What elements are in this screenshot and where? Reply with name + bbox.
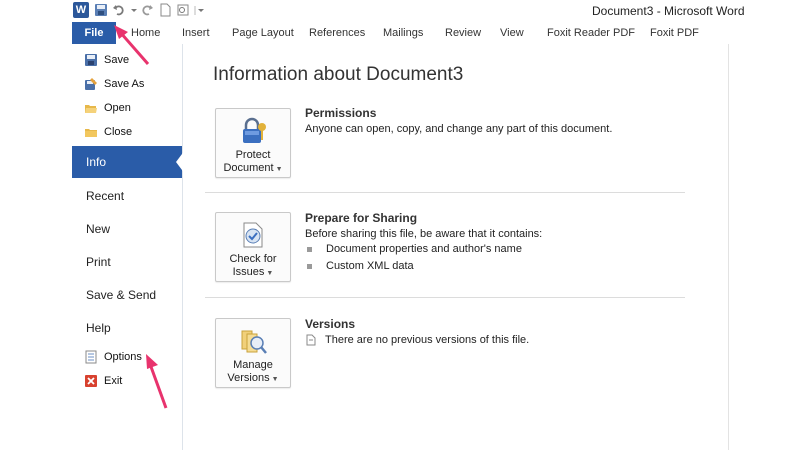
open-folder-icon xyxy=(85,105,97,113)
redo-icon[interactable] xyxy=(140,3,154,17)
bullet-icon xyxy=(307,263,312,269)
manage-versions-icon xyxy=(241,330,267,354)
dropdown-arrow-icon: ▼ xyxy=(266,270,274,277)
dropdown-arrow-icon: ▼ xyxy=(271,376,279,383)
save-icon[interactable] xyxy=(94,3,108,17)
panel-divider xyxy=(728,44,729,450)
prepare-sharing-text: Before sharing this file, be aware that … xyxy=(305,228,543,240)
ribbon-tab-bar: File Home Insert Page Layout References … xyxy=(72,22,728,45)
list-item-text: Document properties and author's name xyxy=(326,243,522,255)
section-divider xyxy=(205,297,685,298)
nav-help[interactable]: Help xyxy=(86,321,111,335)
list-item: Document properties and author's name xyxy=(307,243,522,255)
check-for-issues-button[interactable]: Check for Issues ▼ xyxy=(215,212,291,282)
undo-dropdown-icon[interactable] xyxy=(130,3,138,17)
save-as-icon xyxy=(85,78,97,90)
nav-recent[interactable]: Recent xyxy=(86,189,124,203)
manage-versions-label-2: Versions ▼ xyxy=(216,372,290,386)
tab-foxit-reader-pdf[interactable]: Foxit Reader PDF xyxy=(547,27,635,39)
nav-exit[interactable]: Exit xyxy=(84,372,122,390)
print-preview-icon[interactable] xyxy=(176,3,190,17)
nav-new[interactable]: New xyxy=(86,222,110,236)
versions-title: Versions xyxy=(305,317,356,331)
document-version-icon xyxy=(306,334,316,346)
page-title: Information about Document3 xyxy=(213,64,464,85)
nav-save-as-label: Save As xyxy=(104,78,145,90)
protect-document-label-2-text: Document xyxy=(223,162,274,174)
undo-icon[interactable] xyxy=(112,3,126,17)
nav-info[interactable]: Info xyxy=(72,146,182,178)
tab-page-layout[interactable]: Page Layout xyxy=(232,27,294,39)
check-for-issues-label-1: Check for xyxy=(229,253,277,265)
nav-close[interactable]: Close xyxy=(84,123,132,141)
nav-open-label: Open xyxy=(104,102,131,114)
save-icon xyxy=(85,54,97,66)
window-title: Document3 - Microsoft Word xyxy=(592,4,745,18)
options-icon xyxy=(85,350,97,364)
lock-keys-icon xyxy=(243,117,266,143)
protect-document-label-1: Protect xyxy=(235,149,271,161)
prepare-sharing-title: Prepare for Sharing xyxy=(305,211,418,225)
tab-review[interactable]: Review xyxy=(445,27,481,39)
nav-options[interactable]: Options xyxy=(84,348,142,366)
manage-versions-label-2-text: Versions xyxy=(227,372,270,384)
protect-document-label-2: Document ▼ xyxy=(216,162,290,176)
manage-versions-label-1: Manage xyxy=(233,359,273,371)
protect-document-button[interactable]: Protect Document ▼ xyxy=(215,108,291,178)
list-item-text: Custom XML data xyxy=(326,260,414,272)
check-for-issues-label-2: Issues ▼ xyxy=(216,266,290,280)
bullet-icon xyxy=(307,246,312,252)
manage-versions-button[interactable]: Manage Versions ▼ xyxy=(215,318,291,388)
nav-print[interactable]: Print xyxy=(86,255,111,269)
nav-close-label: Close xyxy=(104,126,133,138)
dropdown-arrow-icon: ▼ xyxy=(275,166,283,173)
tab-foxit-pdf[interactable]: Foxit PDF xyxy=(650,27,699,39)
permissions-text: Anyone can open, copy, and change any pa… xyxy=(305,123,613,135)
info-panel: Information about Document3 Protect Docu… xyxy=(183,44,728,450)
versions-status: There are no previous versions of this f… xyxy=(305,334,529,346)
nav-info-label: Info xyxy=(86,155,107,169)
nav-exit-label: Exit xyxy=(104,375,123,387)
annotation-arrow-icon xyxy=(146,354,168,409)
word-logo-icon[interactable]: W xyxy=(73,2,89,18)
annotation-arrow-icon xyxy=(114,25,150,65)
nav-save-as[interactable]: Save As xyxy=(84,75,144,93)
new-document-icon[interactable] xyxy=(158,3,172,17)
permissions-title: Permissions xyxy=(305,106,377,120)
versions-text: There are no previous versions of this f… xyxy=(325,334,530,346)
section-divider xyxy=(205,192,685,193)
nav-save-send[interactable]: Save & Send xyxy=(86,288,156,302)
nav-open[interactable]: Open xyxy=(84,99,131,117)
nav-options-label: Options xyxy=(104,351,142,363)
title-bar: W Document3 - Microsoft Word xyxy=(72,0,745,22)
close-folder-icon xyxy=(85,129,97,137)
check-document-icon xyxy=(243,222,263,248)
tab-insert[interactable]: Insert xyxy=(182,27,210,39)
tab-references[interactable]: References xyxy=(309,27,365,39)
tab-mailings[interactable]: Mailings xyxy=(383,27,423,39)
customize-arrow-icon[interactable] xyxy=(194,3,204,17)
list-item: Custom XML data xyxy=(307,260,414,272)
check-for-issues-label-2-text: Issues xyxy=(232,266,265,278)
tab-view[interactable]: View xyxy=(500,27,524,39)
exit-icon xyxy=(85,375,97,387)
